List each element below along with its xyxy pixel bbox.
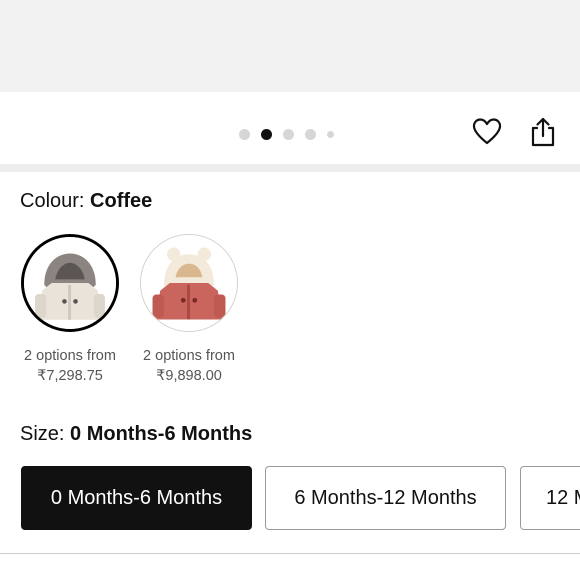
size-option-6-12-months[interactable]: 6 Months-12 Months xyxy=(265,466,506,530)
carousel-dot-active[interactable] xyxy=(261,128,272,140)
swatch-price-text: ₹7,298.75 xyxy=(37,368,103,384)
gallery-controls xyxy=(0,92,580,164)
swatch-price-text: ₹9,898.00 xyxy=(156,368,222,384)
pink-swatch[interactable] xyxy=(140,234,238,332)
bottom-divider xyxy=(0,553,580,554)
colour-heading: Colour: Coffee xyxy=(20,190,152,213)
size-heading: Size: 0 Months-6 Months xyxy=(20,423,252,446)
carousel-dot[interactable] xyxy=(305,128,316,140)
section-divider xyxy=(0,164,580,172)
coffee-swatch[interactable] xyxy=(21,234,119,332)
size-option-0-6-months[interactable]: 0 Months-6 Months xyxy=(21,466,252,530)
colour-label: Colour: xyxy=(20,190,91,212)
carousel-dot[interactable] xyxy=(239,128,250,140)
carousel-dot[interactable] xyxy=(327,130,334,138)
swatch-price-coffee: 2 options from ₹7,298.75 xyxy=(10,346,130,386)
product-image-area xyxy=(0,0,580,92)
swatch-price-pink: 2 options from ₹9,898.00 xyxy=(129,346,249,386)
share-icon[interactable] xyxy=(527,116,559,148)
swatch-options-text: 2 options from xyxy=(24,348,116,364)
carousel-dot[interactable] xyxy=(283,128,294,140)
heart-outline-icon[interactable] xyxy=(471,116,503,148)
product-detail-screen: Colour: Coffee 2 options from ₹7,298.75 … xyxy=(0,0,580,580)
size-option-12-18-months[interactable]: 12 Months-18 Months xyxy=(520,466,580,530)
swatch-options-text: 2 options from xyxy=(143,348,235,364)
size-label: Size: xyxy=(20,423,71,445)
colour-value: Coffee xyxy=(90,190,153,212)
carousel-dots xyxy=(239,128,334,140)
size-value: 0 Months-6 Months xyxy=(70,423,253,445)
